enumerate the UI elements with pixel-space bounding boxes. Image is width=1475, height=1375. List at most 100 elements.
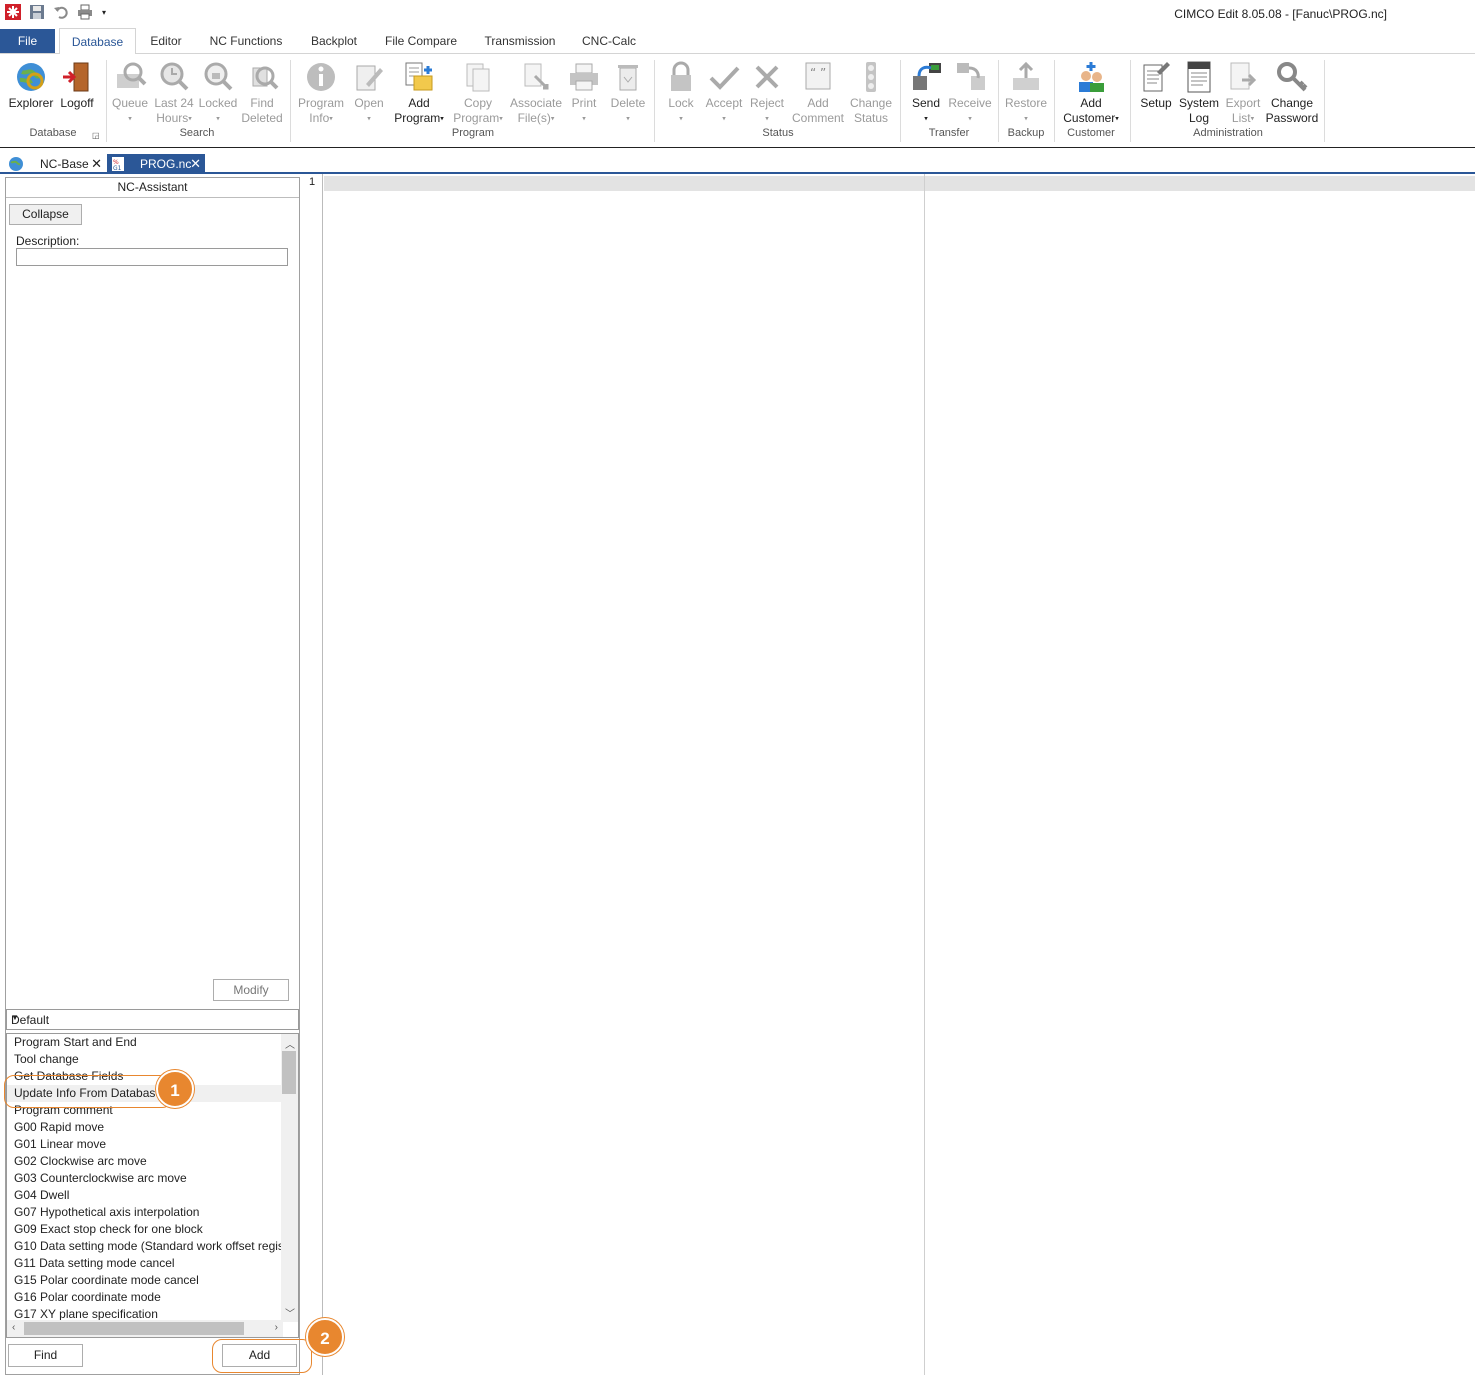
list-item[interactable]: G09 Exact stop check for one block [14, 1221, 203, 1238]
dialog-launcher-icon[interactable]: ◲ [92, 131, 100, 140]
doc-tab-label: PROG.nc [140, 157, 192, 171]
copy-program-label-2: Program [453, 111, 500, 125]
restore-button[interactable]: Restore ▾ [1002, 60, 1050, 126]
list-item[interactable]: G00 Rapid move [14, 1119, 104, 1136]
app-logo-icon[interactable] [4, 3, 22, 21]
tab-nc-functions[interactable]: NC Functions [203, 28, 289, 54]
system-log-button[interactable]: System Log [1178, 60, 1220, 126]
group-separator [998, 60, 999, 142]
receive-button[interactable]: Receive ▾ [948, 60, 992, 126]
lock-button[interactable]: Lock ▾ [662, 60, 700, 126]
current-line-highlight [324, 176, 1475, 191]
list-item[interactable]: G03 Counterclockwise arc move [14, 1170, 187, 1187]
svg-text:“ ”: “ ” [810, 66, 826, 80]
change-status-label-2: Status [853, 111, 889, 125]
printer-icon [570, 63, 598, 91]
close-tab-icon[interactable]: ✕ [190, 154, 201, 174]
list-item[interactable]: Tool change [14, 1051, 79, 1068]
horizontal-scrollbar[interactable]: ‹ › [7, 1320, 283, 1337]
export-list-button[interactable]: Export List▾ [1222, 60, 1264, 126]
list-item[interactable]: G01 Linear move [14, 1136, 106, 1153]
tab-file[interactable]: File [0, 29, 55, 53]
locked-button[interactable]: Locked ▾ [197, 60, 239, 126]
system-log-icon [1187, 61, 1211, 93]
group-label-backup: Backup [1007, 127, 1045, 139]
print-icon[interactable] [76, 3, 94, 21]
key-icon [1277, 62, 1308, 92]
queue-button[interactable]: Queue ▾ [110, 60, 150, 126]
modify-button[interactable]: Modify [213, 979, 289, 1001]
explorer-button[interactable]: Explorer [8, 60, 54, 111]
tab-backplot[interactable]: Backplot [304, 28, 364, 54]
template-select[interactable]: Default ▼ [6, 1009, 299, 1030]
find-button[interactable]: Find [8, 1344, 83, 1367]
undo-icon[interactable] [52, 3, 70, 21]
scrollbar-thumb[interactable] [282, 1051, 296, 1094]
description-field[interactable] [16, 248, 288, 266]
group-separator [1324, 60, 1325, 142]
checkmark-icon [709, 66, 740, 90]
list-item[interactable]: G04 Dwell [14, 1187, 69, 1204]
find-deleted-label-2: Deleted [241, 111, 283, 125]
callout-badge-2: 2 [306, 1318, 344, 1356]
program-info-label-1: Program [297, 96, 344, 110]
edge-guide-line [924, 174, 925, 1375]
accept-button[interactable]: Accept ▾ [702, 60, 746, 126]
add-program-button[interactable]: Add Program▾ [390, 60, 448, 126]
scrollbar-thumb[interactable] [24, 1322, 244, 1335]
tab-editor[interactable]: Editor [143, 28, 189, 54]
doc-tab-nc-base[interactable]: NC-Base ✕ [6, 154, 106, 174]
line-number: 1 [309, 176, 316, 188]
scroll-left-icon[interactable]: ‹ [12, 1322, 15, 1333]
lock-search-icon [204, 62, 233, 91]
tab-cnc-calc[interactable]: CNC-Calc [577, 28, 641, 54]
vertical-scrollbar[interactable]: ︿ ﹀ [281, 1034, 298, 1322]
list-item[interactable]: G15 Polar coordinate mode cancel [14, 1272, 199, 1289]
find-deleted-button[interactable]: Find Deleted [240, 60, 284, 126]
change-password-button[interactable]: Change Password [1264, 60, 1320, 126]
traffic-light-icon [866, 62, 876, 92]
receive-icon [957, 63, 985, 90]
add-customer-button[interactable]: Add Customer▾ [1058, 60, 1124, 126]
delete-button[interactable]: Delete ▾ [606, 60, 650, 126]
save-icon[interactable] [28, 3, 46, 21]
reject-button[interactable]: Reject ▾ [748, 60, 786, 126]
scroll-up-icon[interactable]: ︿ [285, 1036, 295, 1051]
send-button[interactable]: Send ▾ [906, 60, 946, 126]
list-item[interactable]: G16 Polar coordinate mode [14, 1289, 161, 1306]
add-comment-label-2: Comment [791, 111, 844, 125]
tab-transmission[interactable]: Transmission [478, 28, 562, 54]
close-tab-icon[interactable]: ✕ [91, 154, 102, 174]
svg-text:G1: G1 [113, 165, 122, 172]
list-item[interactable]: G10 Data setting mode (Standard work off… [14, 1238, 298, 1255]
change-password-label-2: Password [1265, 111, 1319, 125]
copy-program-button[interactable]: Copy Program▾ [450, 60, 506, 126]
logoff-button[interactable]: Logoff [56, 60, 98, 111]
tab-database[interactable]: Database [59, 28, 136, 55]
accept-label: Accept [705, 96, 743, 110]
change-status-button[interactable]: Change Status [848, 60, 894, 126]
program-info-button[interactable]: Program Info▾ [296, 60, 346, 126]
group-label-database: Database [29, 127, 77, 139]
locked-label: Locked [198, 96, 238, 110]
list-item[interactable]: G07 Hypothetical axis interpolation [14, 1204, 199, 1221]
collapse-button[interactable]: Collapse [9, 204, 82, 225]
code-editor[interactable] [324, 174, 1475, 1375]
list-item[interactable]: G11 Data setting mode cancel [14, 1255, 175, 1272]
scroll-down-icon[interactable]: ﹀ [285, 1305, 295, 1320]
tab-file-compare[interactable]: File Compare [380, 28, 462, 54]
open-button[interactable]: Open ▾ [350, 60, 388, 126]
print-button[interactable]: Print ▾ [564, 60, 604, 126]
add-comment-button[interactable]: “ ” Add Comment [788, 60, 848, 126]
setup-label: Setup [1140, 96, 1172, 110]
list-item[interactable]: Program Start and End [14, 1034, 137, 1051]
delete-label: Delete [610, 96, 646, 110]
setup-button[interactable]: Setup [1136, 60, 1176, 111]
globe-icon [9, 157, 23, 171]
last-24-hours-button[interactable]: Last 24 Hours▾ [152, 60, 196, 126]
associate-files-button[interactable]: Associate File(s)▾ [508, 60, 564, 126]
scroll-right-icon[interactable]: › [275, 1322, 278, 1333]
list-item[interactable]: G02 Clockwise arc move [14, 1153, 147, 1170]
customize-qat-icon[interactable]: ▾ [100, 3, 108, 21]
doc-tab-prog-nc[interactable]: % G1 PROG.nc ✕ [107, 154, 205, 174]
